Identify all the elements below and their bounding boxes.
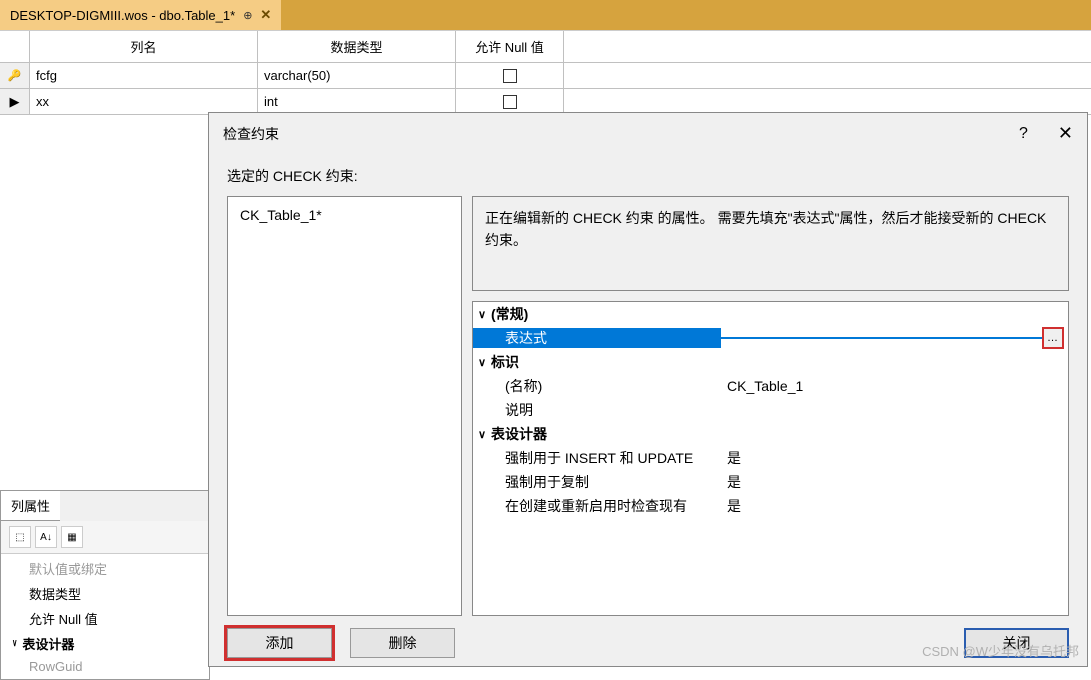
prop-enforce-replication[interactable]: 强制用于复制 是 <box>473 470 1068 494</box>
ellipsis-button[interactable]: … <box>1042 327 1064 349</box>
current-row-icon: ▶ <box>10 94 20 110</box>
dialog-body: 选定的 CHECK 约束: CK_Table_1* 正在编辑新的 CHECK 约… <box>209 152 1087 666</box>
cell-data-type[interactable]: varchar(50) <box>258 63 456 88</box>
prop-group-identity[interactable]: ∨ 标识 <box>473 350 1068 374</box>
section-label: 选定的 CHECK 约束: <box>227 160 1069 196</box>
prop-data-type[interactable]: 数据类型 <box>1 581 209 606</box>
right-pane: 正在编辑新的 CHECK 约束 的属性。 需要先填充"表达式"属性，然后才能接受… <box>472 196 1069 616</box>
header-data-type[interactable]: 数据类型 <box>258 31 456 62</box>
chevron-down-icon: ∨ <box>473 428 491 441</box>
header-selector <box>0 31 30 62</box>
close-tab-icon[interactable]: ✕ <box>260 7 271 23</box>
cell-data-type[interactable]: int <box>258 89 456 114</box>
prop-default-value[interactable]: 默认值或绑定 <box>1 556 209 581</box>
chevron-down-icon: ∨ <box>12 638 17 649</box>
null-checkbox[interactable] <box>503 95 517 109</box>
tab-title: DESKTOP-DIGMIII.wos - dbo.Table_1* <box>10 8 235 23</box>
prop-allow-null[interactable]: 允许 Null 值 <box>1 606 209 631</box>
properties-toolbar: ⬚ A↓ ▦ <box>1 521 209 554</box>
pages-icon[interactable]: ▦ <box>61 526 83 548</box>
column-properties-tab[interactable]: 列属性 <box>1 491 60 521</box>
grid-header-row: 列名 数据类型 允许 Null 值 <box>0 31 1091 63</box>
prop-name[interactable]: (名称) CK_Table_1 <box>473 374 1068 398</box>
properties-list: 默认值或绑定 数据类型 允许 Null 值 ∨表设计器 RowGuid <box>1 554 209 679</box>
cell-column-name[interactable]: fcfg <box>30 63 258 88</box>
chevron-down-icon: ∨ <box>473 356 491 369</box>
prop-check-existing[interactable]: 在创建或重新启用时检查现有 是 <box>473 494 1068 518</box>
prop-rowguid[interactable]: RowGuid <box>1 656 209 677</box>
cell-allow-null[interactable] <box>456 63 564 88</box>
pin-icon[interactable]: ⊕ <box>243 9 252 22</box>
description-box: 正在编辑新的 CHECK 约束 的属性。 需要先填充"表达式"属性，然后才能接受… <box>472 196 1069 291</box>
close-dialog-icon[interactable]: ✕ <box>1058 123 1073 144</box>
columns-grid: 列名 数据类型 允许 Null 值 🔑 fcfg varchar(50) ▶ x… <box>0 30 1091 115</box>
header-column-name[interactable]: 列名 <box>30 31 258 62</box>
chevron-down-icon: ∨ <box>473 308 491 321</box>
tab-bar: DESKTOP-DIGMIII.wos - dbo.Table_1* ⊕ ✕ <box>0 0 1091 30</box>
prop-description[interactable]: 说明 <box>473 398 1068 422</box>
dialog-titlebar: 检查约束 ? ✕ <box>209 113 1087 152</box>
prop-expression[interactable]: 表达式 … <box>473 326 1068 350</box>
dialog-main: CK_Table_1* 正在编辑新的 CHECK 约束 的属性。 需要先填充"表… <box>227 196 1069 616</box>
sort-icon[interactable]: A↓ <box>35 526 57 548</box>
constraint-item[interactable]: CK_Table_1* <box>236 205 453 225</box>
watermark: CSDN @W少年没有乌托邦 <box>922 641 1079 660</box>
expression-value[interactable] <box>721 337 1042 339</box>
row-selector[interactable]: 🔑 <box>0 63 30 88</box>
prop-group-table-designer[interactable]: ∨ 表设计器 <box>473 422 1068 446</box>
help-icon[interactable]: ? <box>1019 125 1028 143</box>
cell-allow-null[interactable] <box>456 89 564 114</box>
row-selector[interactable]: ▶ <box>0 89 30 114</box>
cell-column-name[interactable]: xx <box>30 89 258 114</box>
delete-button[interactable]: 删除 <box>350 628 455 658</box>
grid-row[interactable]: 🔑 fcfg varchar(50) <box>0 63 1091 89</box>
primary-key-icon: 🔑 <box>8 69 22 82</box>
categorized-icon[interactable]: ⬚ <box>9 526 31 548</box>
document-tab[interactable]: DESKTOP-DIGMIII.wos - dbo.Table_1* ⊕ ✕ <box>0 0 281 30</box>
properties-grid: ∨ (常规) 表达式 … ∨ 标识 (名称) CK_Table_1 <box>472 301 1069 616</box>
null-checkbox[interactable] <box>503 69 517 83</box>
add-button[interactable]: 添加 <box>227 628 332 658</box>
constraint-list[interactable]: CK_Table_1* <box>227 196 462 616</box>
header-allow-null[interactable]: 允许 Null 值 <box>456 31 564 62</box>
column-properties-panel: 列属性 ⬚ A↓ ▦ 默认值或绑定 数据类型 允许 Null 值 ∨表设计器 R… <box>0 490 210 680</box>
dialog-title-text: 检查约束 <box>223 124 279 144</box>
prop-group-table-designer[interactable]: ∨表设计器 <box>1 631 209 656</box>
check-constraints-dialog: 检查约束 ? ✕ 选定的 CHECK 约束: CK_Table_1* 正在编辑新… <box>208 112 1088 667</box>
prop-enforce-insert-update[interactable]: 强制用于 INSERT 和 UPDATE 是 <box>473 446 1068 470</box>
prop-group-general[interactable]: ∨ (常规) <box>473 302 1068 326</box>
